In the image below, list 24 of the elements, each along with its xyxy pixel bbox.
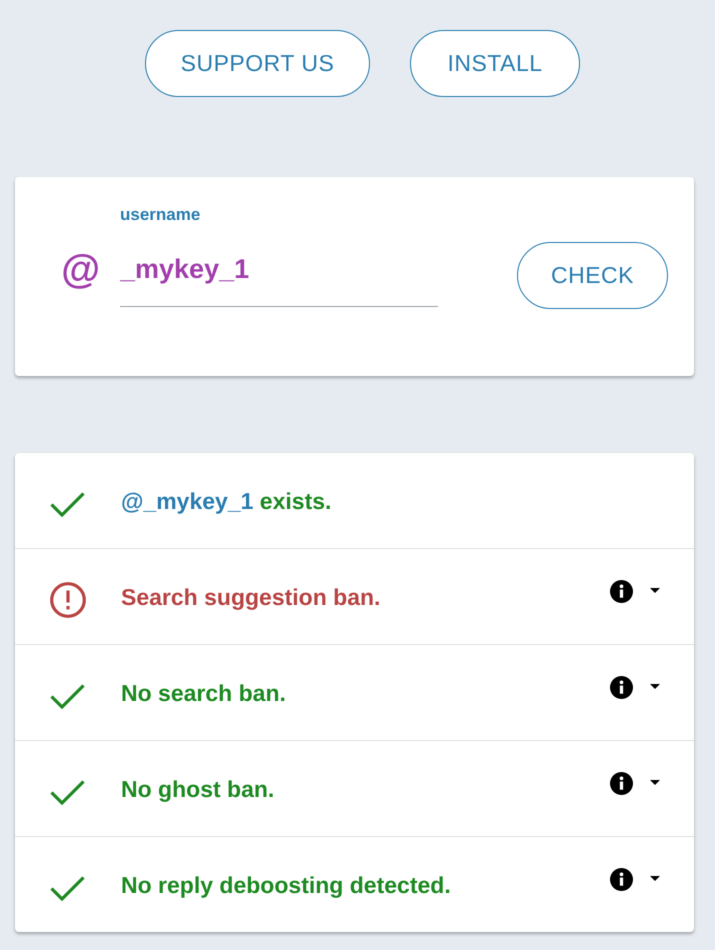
caret-icon[interactable] [650,684,660,689]
caret-icon[interactable] [650,780,660,785]
check-button[interactable]: CHECK [517,242,668,309]
field-label: username [120,205,200,225]
header-button[interactable]: INSTALL [410,30,580,97]
checkmark-icon [50,876,85,901]
header-button[interactable]: SUPPORT US [145,30,370,97]
caret-icon[interactable] [650,588,660,593]
at-prefix: @ [60,247,100,294]
alert-circle-icon [50,582,86,618]
result-text: Search suggestion ban. [121,582,380,612]
result-text: No ghost ban. [121,774,274,804]
info-icon[interactable] [610,772,633,795]
username-input[interactable]: _mykey_1 [120,239,438,307]
result-text: No search ban. [121,678,286,708]
info-icon[interactable] [610,676,633,699]
info-icon[interactable] [610,868,633,891]
result-text: No reply deboosting detected. [121,870,451,900]
checkmark-icon [50,684,85,709]
checkmark-icon [50,492,85,517]
caret-icon[interactable] [650,876,660,881]
result-text: @_mykey_1 exists. [121,486,332,516]
info-icon[interactable] [610,580,633,603]
checkmark-icon [50,780,85,805]
